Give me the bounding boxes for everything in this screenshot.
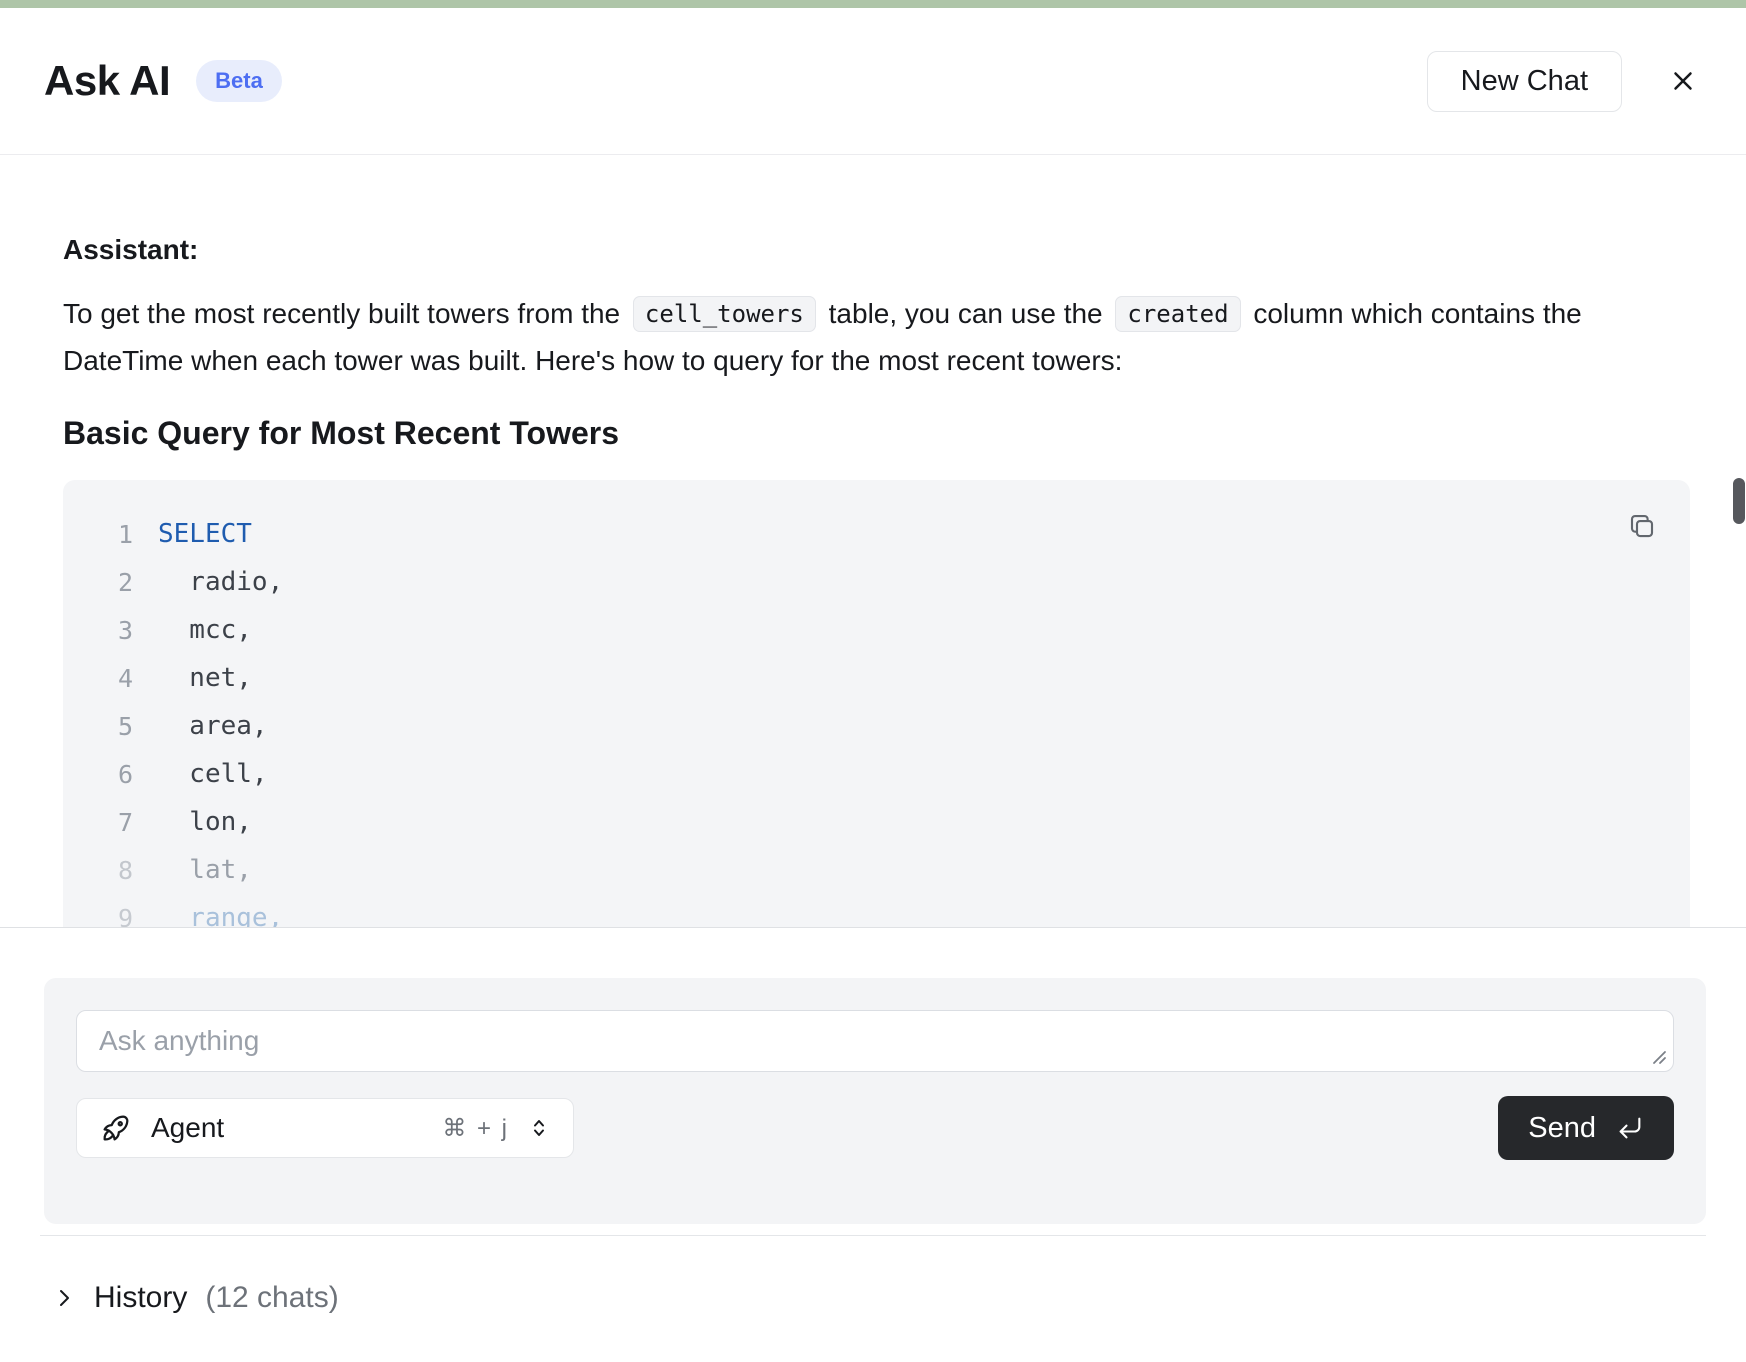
ask-input[interactable]	[76, 1010, 1674, 1072]
header-title-group: Ask AI Beta	[44, 57, 282, 105]
line-number: 2	[63, 568, 133, 597]
code-line-8: 8 lat,	[63, 846, 1690, 894]
header-actions: New Chat	[1427, 51, 1702, 112]
ask-input-wrap	[76, 1010, 1674, 1072]
divider	[40, 1235, 1706, 1236]
code-lines: 1SELECT2 radio,3 mcc,4 net,5 area,6 cell…	[63, 510, 1690, 928]
line-number: 4	[63, 664, 133, 693]
beta-badge: Beta	[196, 60, 282, 102]
inline-code-chip: created	[1115, 296, 1240, 332]
agent-mode-selector[interactable]: Agent ⌘ + j	[76, 1098, 574, 1158]
code-line-4: 4 net,	[63, 654, 1690, 702]
line-number: 9	[63, 904, 133, 929]
inline-code-chip: cell_towers	[633, 296, 816, 332]
composer-toolbar: Agent ⌘ + j Send	[76, 1096, 1674, 1160]
history-label: History	[94, 1281, 187, 1315]
code-line-6: 6 cell,	[63, 750, 1690, 798]
history-toggle[interactable]: History (12 chats)	[52, 1272, 339, 1324]
copy-icon	[1627, 511, 1657, 541]
line-number: 6	[63, 760, 133, 789]
close-button[interactable]	[1664, 62, 1702, 100]
composer-panel: Agent ⌘ + j Send	[44, 978, 1706, 1224]
rocket-icon	[99, 1111, 133, 1145]
code-line-9: 9 range,	[63, 894, 1690, 928]
send-label: Send	[1528, 1112, 1596, 1145]
sql-code-block: 1SELECT2 radio,3 mcc,4 net,5 area,6 cell…	[63, 480, 1690, 928]
code-text: area,	[158, 711, 268, 741]
close-icon	[1668, 66, 1698, 96]
code-text: lon,	[158, 807, 252, 837]
copy-code-button[interactable]	[1620, 504, 1664, 548]
section-heading: Basic Query for Most Recent Towers	[63, 414, 1690, 452]
code-line-7: 7 lon,	[63, 798, 1690, 846]
history-count: (12 chats)	[205, 1281, 338, 1315]
mode-label: Agent	[151, 1112, 224, 1144]
top-accent-bar	[0, 0, 1746, 8]
code-text: net,	[158, 663, 252, 693]
page-title: Ask AI	[44, 57, 170, 105]
code-text: range,	[158, 903, 283, 928]
ask-ai-panel: Ask AI Beta New Chat Assistant: To get t…	[0, 0, 1746, 1362]
resize-handle-icon[interactable]	[1647, 1045, 1667, 1065]
paragraph-text: table, you can use the	[821, 298, 1111, 329]
code-line-3: 3 mcc,	[63, 606, 1690, 654]
new-chat-button[interactable]: New Chat	[1427, 51, 1622, 112]
code-line-1: 1 SELECT	[63, 510, 1690, 558]
code-text: radio,	[158, 567, 283, 597]
line-number: 3	[63, 616, 133, 645]
code-line-5: 5 area,	[63, 702, 1690, 750]
return-key-icon	[1616, 1114, 1644, 1142]
line-number: 8	[63, 856, 133, 885]
scrollbar-thumb[interactable]	[1733, 478, 1745, 524]
chevron-up-down-icon	[527, 1116, 551, 1140]
chevron-right-icon	[52, 1286, 76, 1310]
code-line-2: 2 radio,	[63, 558, 1690, 606]
code-text: SELECT	[158, 519, 252, 549]
line-number: 1	[63, 520, 133, 549]
assistant-paragraph: To get the most recently built towers fr…	[63, 291, 1683, 384]
code-text: lat,	[158, 855, 252, 885]
assistant-role-label: Assistant:	[63, 233, 1690, 267]
paragraph-text: To get the most recently built towers fr…	[63, 298, 628, 329]
line-number: 7	[63, 808, 133, 837]
send-button[interactable]: Send	[1498, 1096, 1674, 1160]
keyboard-shortcut: ⌘ + j	[442, 1114, 509, 1143]
line-number: 5	[63, 712, 133, 741]
header: Ask AI Beta New Chat	[0, 8, 1746, 155]
code-text: mcc,	[158, 615, 252, 645]
message-scroll-area[interactable]: Assistant: To get the most recently buil…	[0, 155, 1746, 928]
code-text: cell,	[158, 759, 268, 789]
